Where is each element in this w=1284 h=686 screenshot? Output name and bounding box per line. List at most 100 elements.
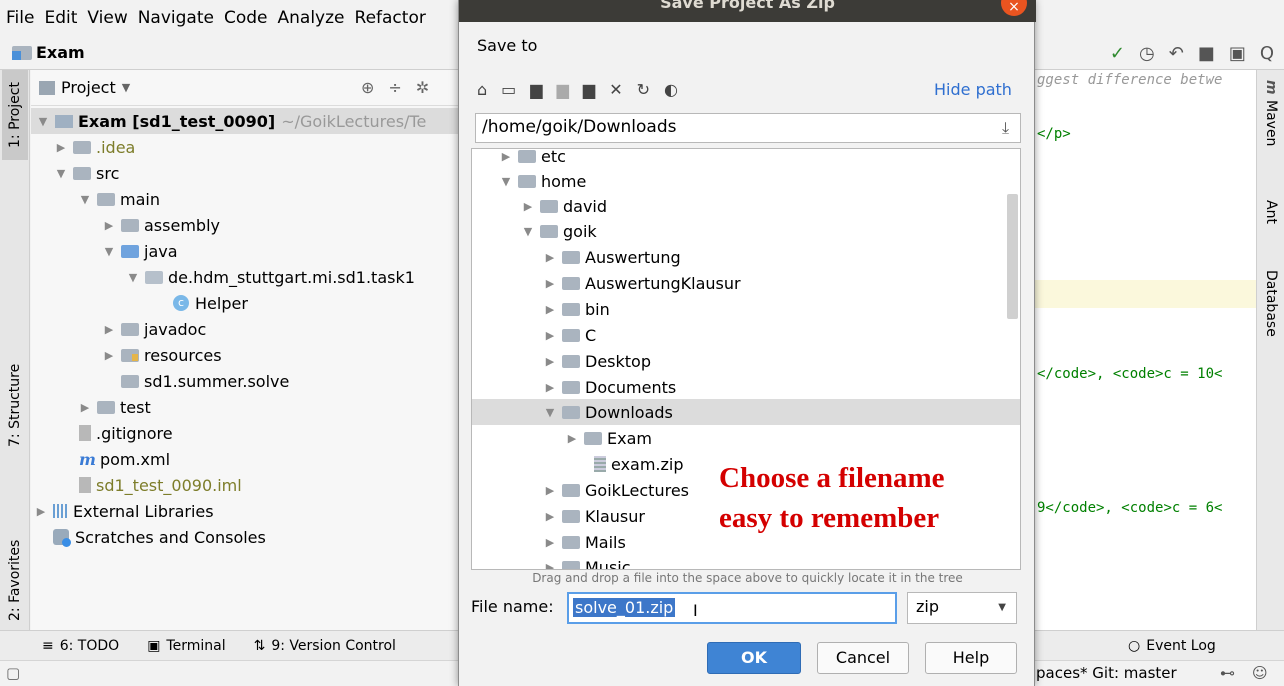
tab-project[interactable]: 1: Project: [2, 70, 28, 160]
menu-analyze[interactable]: Analyze: [278, 8, 345, 28]
project-folder-icon[interactable]: ▆: [530, 80, 542, 99]
home-icon[interactable]: ⌂: [477, 80, 487, 99]
dir-item-bin[interactable]: ▶ bin: [472, 296, 1020, 322]
tab-favorites[interactable]: 2: Favorites: [2, 510, 28, 650]
locate-icon[interactable]: ⊕: [361, 78, 374, 97]
collapsed-arrow-icon: ▶: [545, 380, 555, 394]
tree-item-resources[interactable]: ▶ resources: [101, 342, 222, 368]
menu-code[interactable]: Code: [224, 8, 268, 28]
menu-navigate[interactable]: Navigate: [138, 8, 214, 28]
dir-item-exam[interactable]: ▶ Exam: [472, 425, 1020, 451]
extension-select[interactable]: zip ▼: [907, 592, 1017, 624]
tree-item-java[interactable]: ▼ java: [101, 238, 178, 264]
maven-file-icon: m: [79, 449, 96, 469]
toggle-panels-icon[interactable]: ▢: [6, 664, 20, 682]
dir-item-c[interactable]: ▶ C: [472, 322, 1020, 348]
search-icon[interactable]: Q: [1260, 43, 1274, 64]
menu-view[interactable]: View: [87, 8, 127, 28]
dir-item-etc[interactable]: ▶ etc: [472, 149, 1020, 169]
tab-terminal[interactable]: ▣ Terminal: [147, 638, 225, 654]
menu-file[interactable]: File: [6, 8, 34, 28]
project-structure-icon[interactable]: ■: [1198, 43, 1215, 64]
lock-icon[interactable]: ⊷: [1220, 664, 1235, 682]
delete-icon[interactable]: ✕: [609, 80, 622, 99]
show-hidden-icon[interactable]: ◐: [664, 80, 678, 99]
tree-item-assembly[interactable]: ▶ assembly: [101, 212, 220, 238]
module-folder-icon[interactable]: ▆: [557, 80, 569, 99]
path-field[interactable]: /home/goik/Downloads: [475, 113, 1021, 143]
tab-event-log[interactable]: ○ Event Log: [1128, 638, 1216, 654]
help-button[interactable]: Help: [925, 642, 1017, 674]
download-path-icon[interactable]: ⤓: [1002, 118, 1009, 138]
settings-gear-icon[interactable]: ✲: [416, 78, 429, 97]
collapsed-arrow-icon: ▶: [104, 218, 114, 232]
dir-item-label: exam.zip: [611, 454, 684, 474]
dir-item-downloads[interactable]: ▼ Downloads: [472, 399, 1020, 425]
expanded-arrow-icon: ▼: [38, 114, 48, 128]
breadcrumb[interactable]: Exam: [12, 43, 85, 62]
tab-maven[interactable]: Maven: [1260, 100, 1282, 160]
commit-check-icon[interactable]: ✓: [1110, 43, 1125, 64]
tree-item-label: Scratches and Consoles: [75, 527, 266, 547]
tree-item-main[interactable]: ▼ main: [77, 186, 160, 212]
collapse-all-icon[interactable]: ÷: [388, 78, 401, 97]
tab-todo[interactable]: ≡ 6: TODO: [42, 638, 119, 654]
dir-item-auswertung[interactable]: ▶ Auswertung: [472, 244, 1020, 270]
dir-item-label: Mails: [585, 532, 626, 552]
tree-item-test[interactable]: ▶ test: [77, 394, 151, 420]
ok-button[interactable]: OK: [707, 642, 801, 674]
folder-icon: [73, 166, 91, 180]
tree-item-package[interactable]: ▼ de.hdm_stuttgart.mi.sd1.task1: [125, 264, 415, 290]
tree-item-gitignore[interactable]: .gitignore: [79, 420, 173, 446]
tree-item-pom[interactable]: m pom.xml: [79, 446, 170, 472]
tree-item-idea[interactable]: ▶ .idea: [53, 134, 136, 160]
editor-area[interactable]: ggest difference betwe </p> </code>, <co…: [1035, 70, 1256, 630]
chevron-down-icon[interactable]: ▼: [122, 81, 130, 94]
dir-item-auswertungklausur[interactable]: ▶ AuswertungKlausur: [472, 270, 1020, 296]
cancel-button[interactable]: Cancel: [817, 642, 909, 674]
tree-item-iml[interactable]: sd1_test_0090.iml: [79, 472, 242, 498]
project-view-selector[interactable]: Project: [61, 78, 116, 97]
collapsed-arrow-icon: ▶: [545, 354, 555, 368]
dir-item-label: Music: [585, 557, 631, 570]
dir-item-home[interactable]: ▼ home: [472, 168, 1020, 194]
tree-item-exam-root[interactable]: ▼ Exam [sd1_test_0090] ~/GoikLectures/Te: [31, 108, 461, 134]
menu-refactor[interactable]: Refactor: [355, 8, 426, 28]
terminal-icon: ▣: [147, 637, 161, 654]
dir-item-music[interactable]: ▶ Music: [472, 554, 1020, 570]
tab-version-control[interactable]: ⇅ 9: Version Control: [254, 638, 396, 654]
drop-hint: Drag and drop a file into the space abov…: [532, 571, 963, 585]
dir-item-goik[interactable]: ▼ goik: [472, 218, 1020, 244]
tree-item-label: External Libraries: [73, 501, 214, 521]
annotation-line: easy to remember: [719, 502, 940, 534]
history-icon[interactable]: ◷: [1139, 43, 1155, 64]
tab-structure[interactable]: 7: Structure: [2, 340, 28, 470]
tree-item-sd1-summer-solve[interactable]: sd1.summer.solve: [121, 368, 289, 394]
tab-ant[interactable]: Ant: [1260, 200, 1282, 240]
project-panel: Project ▼ ⊕ ÷ ✲ ▼ Exam [sd1_test_0090] ~…: [31, 70, 461, 630]
tree-item-external-libraries[interactable]: ▶ External Libraries: [33, 498, 214, 524]
breadcrumb-label: Exam: [36, 43, 85, 62]
dir-item-label: Exam: [607, 428, 652, 448]
tab-database[interactable]: Database: [1260, 270, 1282, 360]
tree-item-label: .gitignore: [96, 423, 173, 443]
new-folder-icon[interactable]: ▆: [583, 80, 595, 99]
tree-item-helper[interactable]: c Helper: [173, 290, 248, 316]
file-name-input[interactable]: solve_01.zip: [567, 592, 897, 624]
tree-item-scratches[interactable]: Scratches and Consoles: [53, 524, 266, 550]
presentation-icon[interactable]: ▣: [1229, 43, 1246, 64]
status-git-info[interactable]: paces* Git: master: [1036, 664, 1177, 682]
refresh-icon[interactable]: ↻: [637, 80, 650, 99]
tree-item-javadoc[interactable]: ▶ javadoc: [101, 316, 207, 342]
code-line: </p>: [1037, 126, 1071, 142]
expanded-arrow-icon: ▼: [545, 405, 555, 419]
revert-icon[interactable]: ↶: [1169, 43, 1184, 64]
dir-item-documents[interactable]: ▶ Documents: [472, 374, 1020, 400]
dir-item-david[interactable]: ▶ david: [472, 193, 1020, 219]
menu-edit[interactable]: Edit: [44, 8, 77, 28]
dir-item-desktop[interactable]: ▶ Desktop: [472, 348, 1020, 374]
hide-path-link[interactable]: Hide path: [934, 80, 1012, 99]
inspector-icon[interactable]: ☺: [1252, 664, 1268, 682]
tree-item-src[interactable]: ▼ src: [53, 160, 120, 186]
desktop-icon[interactable]: ▭: [501, 80, 516, 99]
